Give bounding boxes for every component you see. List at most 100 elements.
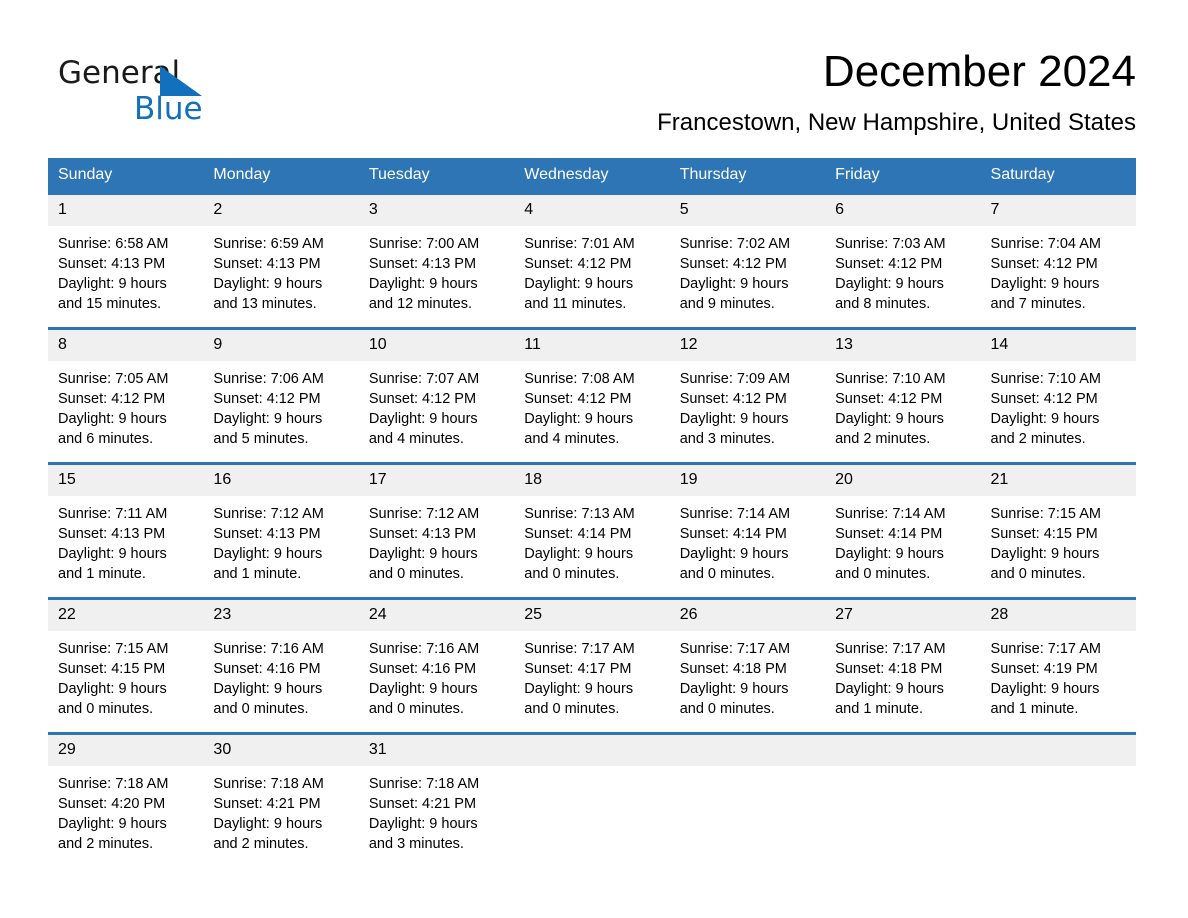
day-details: Sunrise: 7:18 AM Sunset: 4:20 PM Dayligh…	[48, 766, 203, 854]
daylight-text-line1: Daylight: 9 hours	[368, 546, 478, 562]
day-cell[interactable]: 29 Sunrise: 7:18 AM Sunset: 4:20 PM Dayl…	[48, 732, 204, 869]
daylight-text-line2: and 0 minutes.	[679, 566, 775, 582]
day-cell[interactable]: 14 Sunrise: 7:10 AM Sunset: 4:12 PM Dayl…	[980, 327, 1136, 464]
day-cell[interactable]: 18 Sunrise: 7:13 AM Sunset: 4:14 PM Dayl…	[514, 462, 670, 599]
day-cell[interactable]: 17 Sunrise: 7:12 AM Sunset: 4:13 PM Dayl…	[358, 462, 515, 599]
day-cell[interactable]: 12 Sunrise: 7:09 AM Sunset: 4:12 PM Dayl…	[669, 327, 826, 464]
day-details: Sunrise: 7:12 AM Sunset: 4:13 PM Dayligh…	[359, 496, 514, 584]
sunset-text: Sunset: 4:17 PM	[524, 661, 632, 677]
day-number: 19	[669, 465, 826, 496]
daylight-text-line1: Daylight: 9 hours	[679, 681, 789, 697]
day-cell[interactable]: 8 Sunrise: 7:05 AM Sunset: 4:12 PM Dayli…	[48, 327, 204, 464]
day-cell[interactable]: 28 Sunrise: 7:17 AM Sunset: 4:19 PM Dayl…	[980, 597, 1136, 734]
empty-day-cell	[514, 732, 670, 869]
day-cell[interactable]: 26 Sunrise: 7:17 AM Sunset: 4:18 PM Dayl…	[669, 597, 826, 734]
day-cell[interactable]: 11 Sunrise: 7:08 AM Sunset: 4:12 PM Dayl…	[514, 327, 670, 464]
day-number	[514, 735, 670, 766]
sunrise-text: Sunrise: 7:18 AM	[58, 776, 169, 792]
day-cell[interactable]: 30 Sunrise: 7:18 AM Sunset: 4:21 PM Dayl…	[203, 732, 359, 869]
day-details: Sunrise: 7:04 AM Sunset: 4:12 PM Dayligh…	[981, 226, 1136, 314]
day-cell[interactable]: 21 Sunrise: 7:15 AM Sunset: 4:15 PM Dayl…	[980, 462, 1136, 599]
calendar-week-row: 15 Sunrise: 7:11 AM Sunset: 4:13 PM Dayl…	[48, 462, 1136, 599]
daylight-text-line2: and 0 minutes.	[990, 566, 1086, 582]
day-details: Sunrise: 7:06 AM Sunset: 4:12 PM Dayligh…	[203, 361, 358, 449]
sunrise-text: Sunrise: 7:15 AM	[58, 641, 169, 657]
sunrise-text: Sunrise: 6:58 AM	[58, 236, 169, 252]
daylight-text-line2: and 3 minutes.	[368, 836, 464, 852]
daylight-text-line1: Daylight: 9 hours	[368, 276, 478, 292]
day-cell[interactable]: 20 Sunrise: 7:14 AM Sunset: 4:14 PM Dayl…	[825, 462, 981, 599]
weekday-header-wednesday: Wednesday	[514, 158, 670, 194]
daylight-text-line1: Daylight: 9 hours	[58, 681, 167, 697]
day-number: 18	[514, 465, 670, 496]
day-details: Sunrise: 7:02 AM Sunset: 4:12 PM Dayligh…	[670, 226, 825, 314]
weekday-header-thursday: Thursday	[669, 158, 826, 194]
day-details: Sunrise: 7:11 AM Sunset: 4:13 PM Dayligh…	[48, 496, 203, 584]
day-number: 7	[980, 195, 1136, 226]
day-details: Sunrise: 7:03 AM Sunset: 4:12 PM Dayligh…	[825, 226, 980, 314]
day-cell[interactable]: 22 Sunrise: 7:15 AM Sunset: 4:15 PM Dayl…	[48, 597, 204, 734]
day-details: Sunrise: 7:17 AM Sunset: 4:19 PM Dayligh…	[981, 631, 1136, 719]
day-number: 27	[825, 600, 981, 631]
daylight-text-line1: Daylight: 9 hours	[58, 816, 167, 832]
day-cell[interactable]: 15 Sunrise: 7:11 AM Sunset: 4:13 PM Dayl…	[48, 462, 204, 599]
sunset-text: Sunset: 4:12 PM	[58, 391, 166, 407]
day-cell[interactable]: 13 Sunrise: 7:10 AM Sunset: 4:12 PM Dayl…	[825, 327, 981, 464]
day-cell[interactable]: 4 Sunrise: 7:01 AM Sunset: 4:12 PM Dayli…	[514, 192, 670, 329]
daylight-text-line1: Daylight: 9 hours	[368, 816, 478, 832]
day-details: Sunrise: 7:17 AM Sunset: 4:18 PM Dayligh…	[825, 631, 980, 719]
day-cell[interactable]: 6 Sunrise: 7:03 AM Sunset: 4:12 PM Dayli…	[825, 192, 981, 329]
daylight-text-line1: Daylight: 9 hours	[679, 546, 789, 562]
daylight-text-line1: Daylight: 9 hours	[835, 276, 944, 292]
weekday-header-monday: Monday	[203, 158, 359, 194]
daylight-text-line2: and 3 minutes.	[679, 431, 775, 447]
sunset-text: Sunset: 4:12 PM	[835, 391, 943, 407]
day-cell[interactable]: 3 Sunrise: 7:00 AM Sunset: 4:13 PM Dayli…	[358, 192, 515, 329]
day-cell[interactable]: 7 Sunrise: 7:04 AM Sunset: 4:12 PM Dayli…	[980, 192, 1136, 329]
sunrise-text: Sunrise: 7:08 AM	[524, 371, 635, 387]
day-cell[interactable]: 24 Sunrise: 7:16 AM Sunset: 4:16 PM Dayl…	[358, 597, 515, 734]
day-number: 10	[358, 330, 515, 361]
daylight-text-line1: Daylight: 9 hours	[58, 411, 167, 427]
day-details: Sunrise: 7:18 AM Sunset: 4:21 PM Dayligh…	[203, 766, 358, 854]
sunrise-text: Sunrise: 7:18 AM	[213, 776, 324, 792]
day-cell[interactable]: 19 Sunrise: 7:14 AM Sunset: 4:14 PM Dayl…	[669, 462, 826, 599]
day-cell[interactable]: 10 Sunrise: 7:07 AM Sunset: 4:12 PM Dayl…	[358, 327, 515, 464]
day-cell[interactable]: 16 Sunrise: 7:12 AM Sunset: 4:13 PM Dayl…	[203, 462, 359, 599]
day-details: Sunrise: 7:17 AM Sunset: 4:17 PM Dayligh…	[514, 631, 669, 719]
weekday-header-saturday: Saturday	[980, 158, 1136, 194]
day-details: Sunrise: 7:14 AM Sunset: 4:14 PM Dayligh…	[825, 496, 980, 584]
day-number: 5	[669, 195, 826, 226]
daylight-text-line1: Daylight: 9 hours	[835, 681, 944, 697]
sunrise-text: Sunrise: 7:04 AM	[990, 236, 1101, 252]
calendar-body: 1 Sunrise: 6:58 AM Sunset: 4:13 PM Dayli…	[48, 192, 1136, 869]
sunset-text: Sunset: 4:19 PM	[990, 661, 1098, 677]
weekday-header-friday: Friday	[825, 158, 981, 194]
sunset-text: Sunset: 4:14 PM	[524, 526, 632, 542]
weekday-header-sunday: Sunday	[48, 158, 204, 194]
day-details: Sunrise: 6:58 AM Sunset: 4:13 PM Dayligh…	[48, 226, 203, 314]
day-cell[interactable]: 2 Sunrise: 6:59 AM Sunset: 4:13 PM Dayli…	[203, 192, 359, 329]
day-number: 15	[48, 465, 204, 496]
sunset-text: Sunset: 4:13 PM	[368, 526, 477, 542]
daylight-text-line2: and 4 minutes.	[524, 431, 620, 447]
day-cell[interactable]: 31 Sunrise: 7:18 AM Sunset: 4:21 PM Dayl…	[358, 732, 515, 869]
calendar-header-row: Sunday Monday Tuesday Wednesday Thursday…	[48, 158, 1136, 194]
day-cell[interactable]: 23 Sunrise: 7:16 AM Sunset: 4:16 PM Dayl…	[203, 597, 359, 734]
day-cell[interactable]: 9 Sunrise: 7:06 AM Sunset: 4:12 PM Dayli…	[203, 327, 359, 464]
day-number: 17	[358, 465, 515, 496]
day-details: Sunrise: 7:13 AM Sunset: 4:14 PM Dayligh…	[514, 496, 669, 584]
day-cell[interactable]: 5 Sunrise: 7:02 AM Sunset: 4:12 PM Dayli…	[669, 192, 826, 329]
day-number	[669, 735, 826, 766]
day-details: Sunrise: 7:15 AM Sunset: 4:15 PM Dayligh…	[48, 631, 203, 719]
day-cell[interactable]: 27 Sunrise: 7:17 AM Sunset: 4:18 PM Dayl…	[825, 597, 981, 734]
daylight-text-line1: Daylight: 9 hours	[213, 681, 323, 697]
daylight-text-line2: and 2 minutes.	[990, 431, 1086, 447]
day-cell[interactable]: 1 Sunrise: 6:58 AM Sunset: 4:13 PM Dayli…	[48, 192, 204, 329]
daylight-text-line1: Daylight: 9 hours	[213, 816, 323, 832]
calendar-week-row: 22 Sunrise: 7:15 AM Sunset: 4:15 PM Dayl…	[48, 597, 1136, 734]
day-cell[interactable]: 25 Sunrise: 7:17 AM Sunset: 4:17 PM Dayl…	[514, 597, 670, 734]
day-number: 20	[825, 465, 981, 496]
sunrise-text: Sunrise: 7:12 AM	[368, 506, 480, 522]
sunrise-text: Sunrise: 7:03 AM	[835, 236, 946, 252]
